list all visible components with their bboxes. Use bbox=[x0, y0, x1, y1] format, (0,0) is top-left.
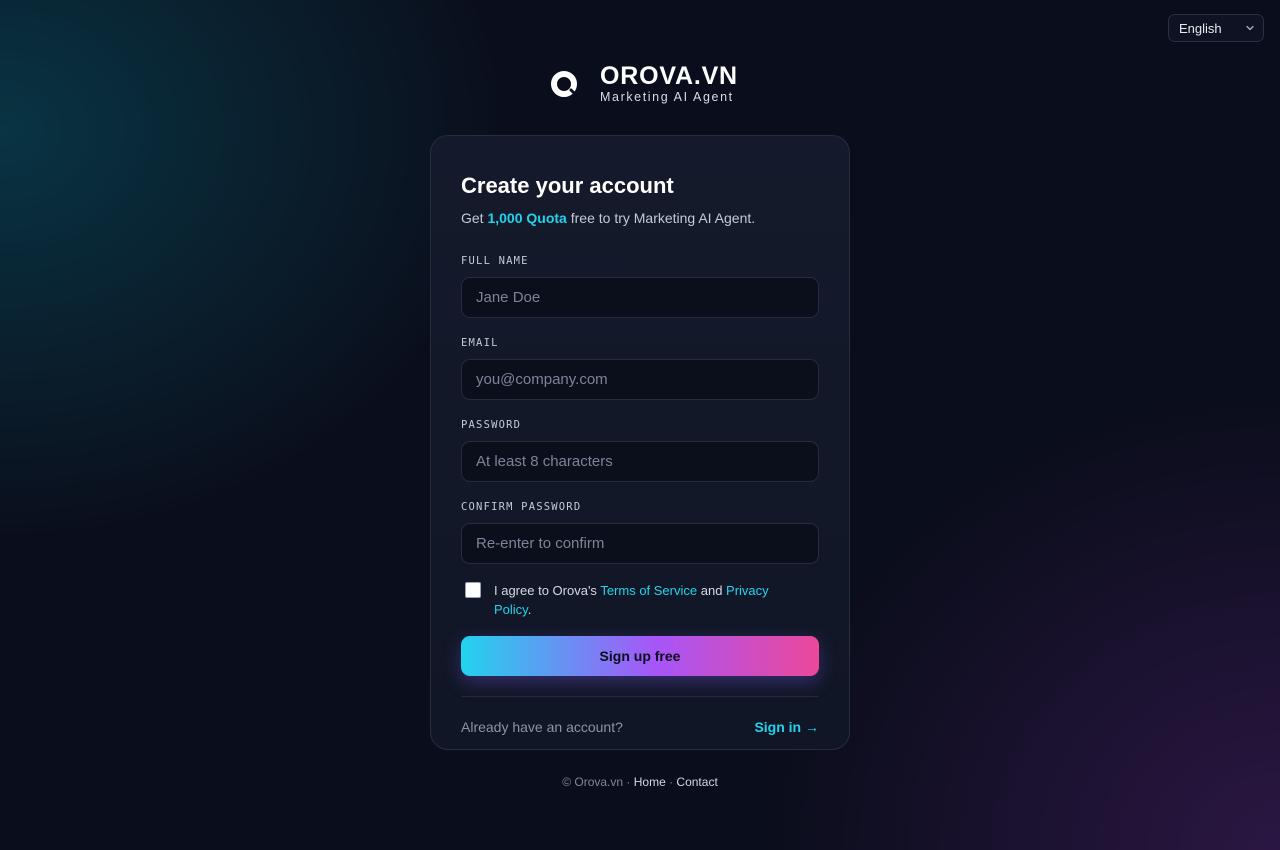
terms-agreement: I agree to Orova's Terms of Service and … bbox=[461, 581, 819, 619]
email-input[interactable] bbox=[461, 359, 819, 400]
language-selector[interactable]: English bbox=[1168, 14, 1264, 42]
orova-logo-icon bbox=[549, 69, 579, 99]
footer-copyright: © Orova.vn · bbox=[562, 775, 634, 789]
agreement-prefix: I agree to Orova's bbox=[494, 583, 601, 598]
language-selector-value: English bbox=[1179, 20, 1222, 36]
brand-header: OROVA.VN Marketing AI Agent bbox=[549, 63, 738, 105]
password-label: PASSWORD bbox=[461, 419, 522, 431]
agreement-suffix: . bbox=[527, 602, 532, 617]
confirm-password-field: CONFIRM PASSWORD bbox=[461, 501, 819, 564]
full-name-label: FULL NAME bbox=[461, 255, 529, 267]
subtitle-prefix: Get bbox=[461, 210, 488, 226]
brand-tagline: Marketing AI Agent bbox=[600, 90, 734, 104]
email-label: EMAIL bbox=[461, 337, 499, 349]
confirm-password-input[interactable] bbox=[461, 523, 819, 564]
signup-card: Create your account Get 1,000 Quota free… bbox=[430, 135, 850, 750]
already-have-account-text: Already have an account? bbox=[461, 719, 623, 735]
form-subtitle: Get 1,000 Quota free to try Marketing AI… bbox=[461, 209, 819, 227]
footer-separator: · bbox=[665, 775, 677, 789]
terms-of-service-link[interactable]: Terms of Service bbox=[600, 583, 697, 598]
password-input[interactable] bbox=[461, 441, 819, 482]
divider bbox=[461, 696, 819, 697]
footer-contact-link[interactable]: Contact bbox=[676, 775, 717, 789]
chevron-down-icon bbox=[1246, 25, 1254, 32]
subtitle-suffix: free to try Marketing AI Agent. bbox=[566, 210, 756, 226]
email-field: EMAIL bbox=[461, 337, 819, 400]
full-name-input[interactable] bbox=[461, 277, 819, 318]
sign-in-link[interactable]: Sign in → bbox=[754, 719, 819, 735]
terms-agreement-text: I agree to Orova's Terms of Service and … bbox=[494, 581, 794, 619]
form-title: Create your account bbox=[461, 173, 674, 198]
agreement-middle: and bbox=[697, 583, 727, 598]
brand-name: OROVA.VN bbox=[600, 62, 738, 90]
footer: © Orova.vn · Home · Contact bbox=[0, 775, 1280, 789]
quota-highlight: 1,000 Quota bbox=[487, 210, 567, 226]
password-field: PASSWORD bbox=[461, 419, 819, 482]
sign-up-button[interactable]: Sign up free bbox=[461, 636, 819, 676]
terms-checkbox[interactable] bbox=[465, 582, 481, 598]
footer-home-link[interactable]: Home bbox=[634, 775, 666, 789]
confirm-password-label: CONFIRM PASSWORD bbox=[461, 501, 582, 513]
full-name-field: FULL NAME bbox=[461, 255, 819, 318]
